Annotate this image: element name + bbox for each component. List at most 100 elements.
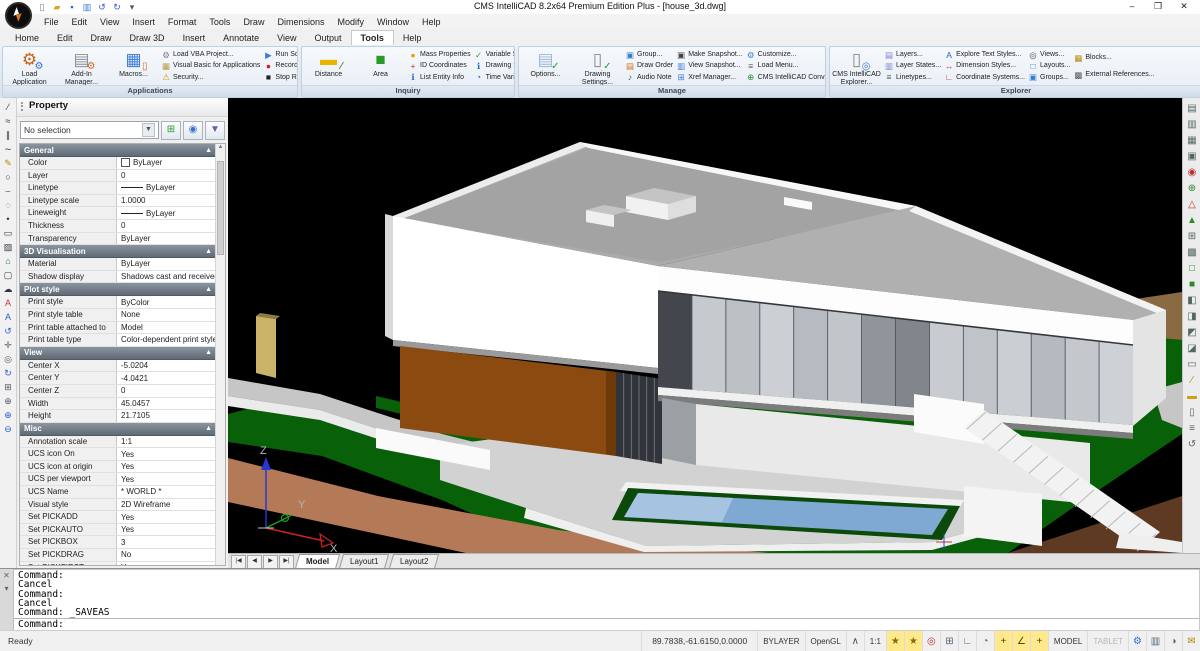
property-value[interactable]: Yes [117,562,216,565]
render-icon[interactable]: ⁄ [1185,374,1199,388]
property-value[interactable]: Yes [117,524,216,536]
minimize-button[interactable]: – [1126,0,1138,13]
property-value[interactable]: 0 [117,220,216,232]
xref-manager-button[interactable]: ⊞Xref Manager... [676,72,742,83]
named-views-icon[interactable]: ▦ [1185,134,1199,148]
customize-button[interactable]: ⚙Customize... [746,49,825,60]
tool-zoom-back-icon[interactable]: ↻ [2,367,15,380]
shade-icon[interactable]: ▬ [1185,390,1199,404]
draw-order-button[interactable]: ▤Draw Order [625,60,673,71]
property-value[interactable]: Yes [117,448,216,460]
annotation-visibility-icon[interactable]: ★ [886,631,904,651]
view-rotate-icon[interactable]: ⊞ [1185,230,1199,244]
tab-view[interactable]: View [268,31,305,45]
property-value[interactable]: Color-dependent print style [117,334,216,346]
tool-ellipse-icon[interactable]: ◌ [2,199,15,212]
property-value[interactable]: ByColor [117,296,216,308]
property-value[interactable]: ByLayer [117,182,216,194]
collapse-icon[interactable]: ▲ [205,248,212,255]
ucs-origin-icon[interactable]: ⊕ [1185,182,1199,196]
menu-draw[interactable]: Draw [237,16,270,28]
ucs-face-icon[interactable]: △ [1185,198,1199,212]
snap-icon[interactable]: ◎ [922,631,940,651]
property-value[interactable]: 2D Wireframe [117,499,216,511]
tool-zoom-dynamic-icon[interactable]: ⊕ [2,395,15,408]
status-coordinates[interactable]: 89.7838,-61.6150,0.0000 [641,631,757,651]
make-snapshot-button[interactable]: ▣Make Snapshot... [676,49,742,60]
layout-tab-layout2[interactable]: Layout2 [388,554,439,569]
app-logo-icon[interactable] [5,2,32,29]
macros-button[interactable]: ▦▯Macros... [109,48,158,84]
tab-home[interactable]: Home [6,31,48,45]
time-variables-button[interactable]: ◔Time Variables [474,72,514,83]
dimension-styles-button[interactable]: ↔Dimension Styles... [944,60,1025,71]
mass-properties-button[interactable]: ●Mass Properties [408,49,471,60]
layer-states-button[interactable]: ▥Layer States... [884,60,941,71]
tool-region-icon[interactable]: ⌂ [2,255,15,268]
audio-note-button[interactable]: ♪Audio Note [625,72,673,83]
clean-screen-icon[interactable]: ◑ [1164,631,1182,651]
run-script-button[interactable]: ▶Run Script... [263,49,297,60]
tab-output[interactable]: Output [305,31,350,45]
wireframe-icon[interactable]: ≡ [1185,422,1199,436]
property-value[interactable]: ByLayer [117,207,216,219]
tool-boundary-icon[interactable]: ▢ [2,269,15,282]
property-value[interactable]: Yes [117,461,216,473]
copy-viewport-icon[interactable]: ▤ [1185,102,1199,116]
list-entity-info-button[interactable]: ℹList Entity Info [408,72,471,83]
tool-revcloud-icon[interactable]: ☁ [2,283,15,296]
viewport-single-icon[interactable]: ▣ [1185,150,1199,164]
layers-button[interactable]: ▤Layers... [884,49,941,60]
grid-icon[interactable]: ⊞ [940,631,958,651]
view-back-icon[interactable]: ◪ [1185,342,1199,356]
collapse-icon[interactable]: ▲ [205,147,212,154]
section-header-general[interactable]: General▲ [20,144,216,157]
tool-refresh-icon[interactable]: ↺ [2,325,15,338]
tab-annotate[interactable]: Annotate [214,31,268,45]
collapse-icon[interactable]: ▲ [205,425,212,432]
view-left-icon[interactable]: ◧ [1185,294,1199,308]
redo-icon[interactable]: ↻ [111,1,123,13]
last-tab-button[interactable]: ▶| [279,555,294,569]
add-in-manager-button[interactable]: ▤⚙Add-In Manager... [57,48,106,84]
tool-spline-icon[interactable]: ≈ [2,115,15,128]
visual-basic-for-applications-button[interactable]: ▦Visual Basic for Applications [161,60,260,71]
tool-zoom-window-icon[interactable]: ⊞ [2,381,15,394]
menu-tools[interactable]: Tools [203,16,236,28]
cms-intellicad-converter-button[interactable]: ⊕CMS IntelliCAD Converter... [746,72,825,83]
area-button[interactable]: ■Area [356,48,405,84]
tab-insert[interactable]: Insert [174,31,215,45]
bylayer-button[interactable]: BYLAYER [757,631,804,651]
open-file-icon[interactable]: ▰ [51,1,63,13]
drawing-settings-button[interactable]: ▯✓Drawing Settings... [573,48,622,84]
menu-dimensions[interactable]: Dimensions [271,16,330,28]
selection-combobox[interactable]: No selection ▼ [20,121,159,139]
stop-recording-button[interactable]: ■Stop Recording [263,72,297,83]
chevron-down-icon[interactable]: ▼ [142,123,155,137]
property-value[interactable]: -4.0421 [117,372,216,384]
external-references-button[interactable]: ▩External References... [1073,69,1154,80]
property-value[interactable]: Yes [117,473,216,485]
property-scrollbar[interactable]: ▲ [215,144,225,565]
command-input[interactable]: Command: [14,618,1199,630]
polar-icon[interactable]: ◔ [976,631,994,651]
message-icon[interactable]: ✉ [1182,631,1200,651]
close-button[interactable]: ✕ [1178,0,1190,13]
tool-hatch-icon[interactable]: ▨ [2,241,15,254]
ortho-icon[interactable]: ∟ [958,631,976,651]
record-script-button[interactable]: ●Record Script... [263,60,297,71]
section-header-plot-style[interactable]: Plot style▲ [20,283,216,296]
tab-help[interactable]: Help [394,31,431,45]
property-value[interactable]: 21.7105 [117,410,216,422]
tool-line-icon[interactable]: ⁄ [2,101,15,114]
coordinate-systems-button[interactable]: ∟Coordinate Systems... [944,72,1025,83]
menu-format[interactable]: Format [162,16,203,28]
options-button[interactable]: ▤✓Options... [521,48,570,84]
explore-text-styles-button[interactable]: AExplore Text Styles... [944,49,1025,60]
property-value[interactable]: Shadows cast and received [117,271,216,283]
property-value[interactable]: 45.0457 [117,398,216,410]
view-ne-icon[interactable]: ▩ [1185,246,1199,260]
tool-multiline-icon[interactable]: ∥ [2,129,15,142]
section-header-3d-visualisation[interactable]: 3D Visualisation▲ [20,245,216,258]
view-iso-icon[interactable]: ▭ [1185,358,1199,372]
